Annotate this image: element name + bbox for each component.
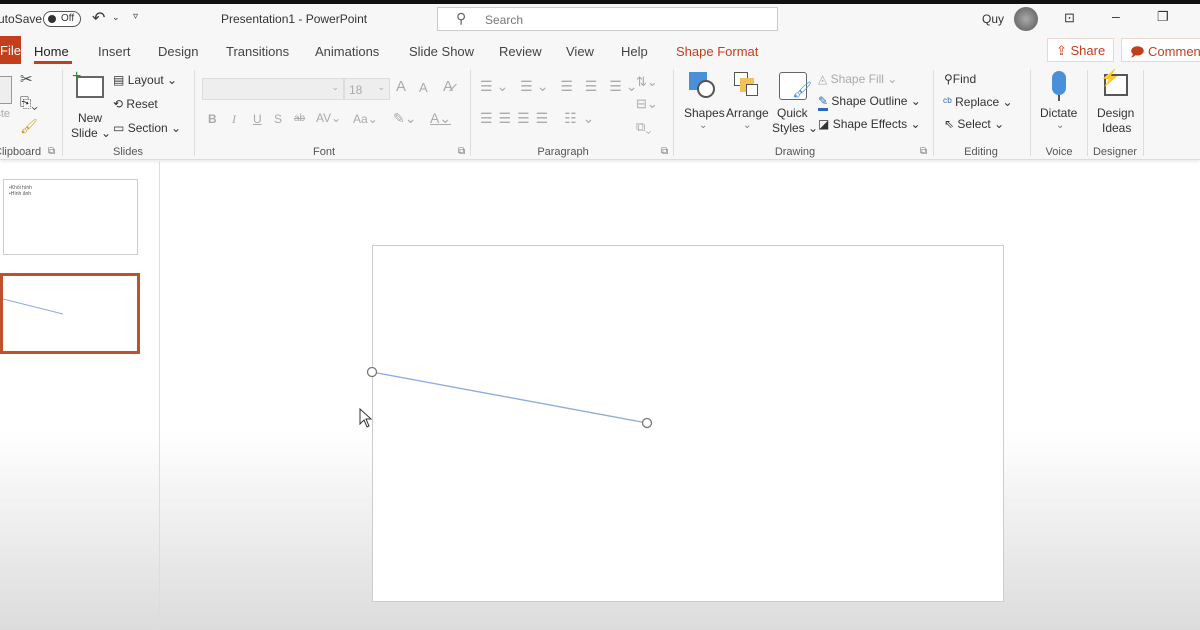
line-shape-layer <box>359 366 653 429</box>
line-end-handle[interactable] <box>641 417 653 429</box>
line-shape[interactable] <box>371 371 648 424</box>
line-start-handle[interactable] <box>366 366 378 378</box>
mouse-cursor-icon <box>359 407 373 428</box>
